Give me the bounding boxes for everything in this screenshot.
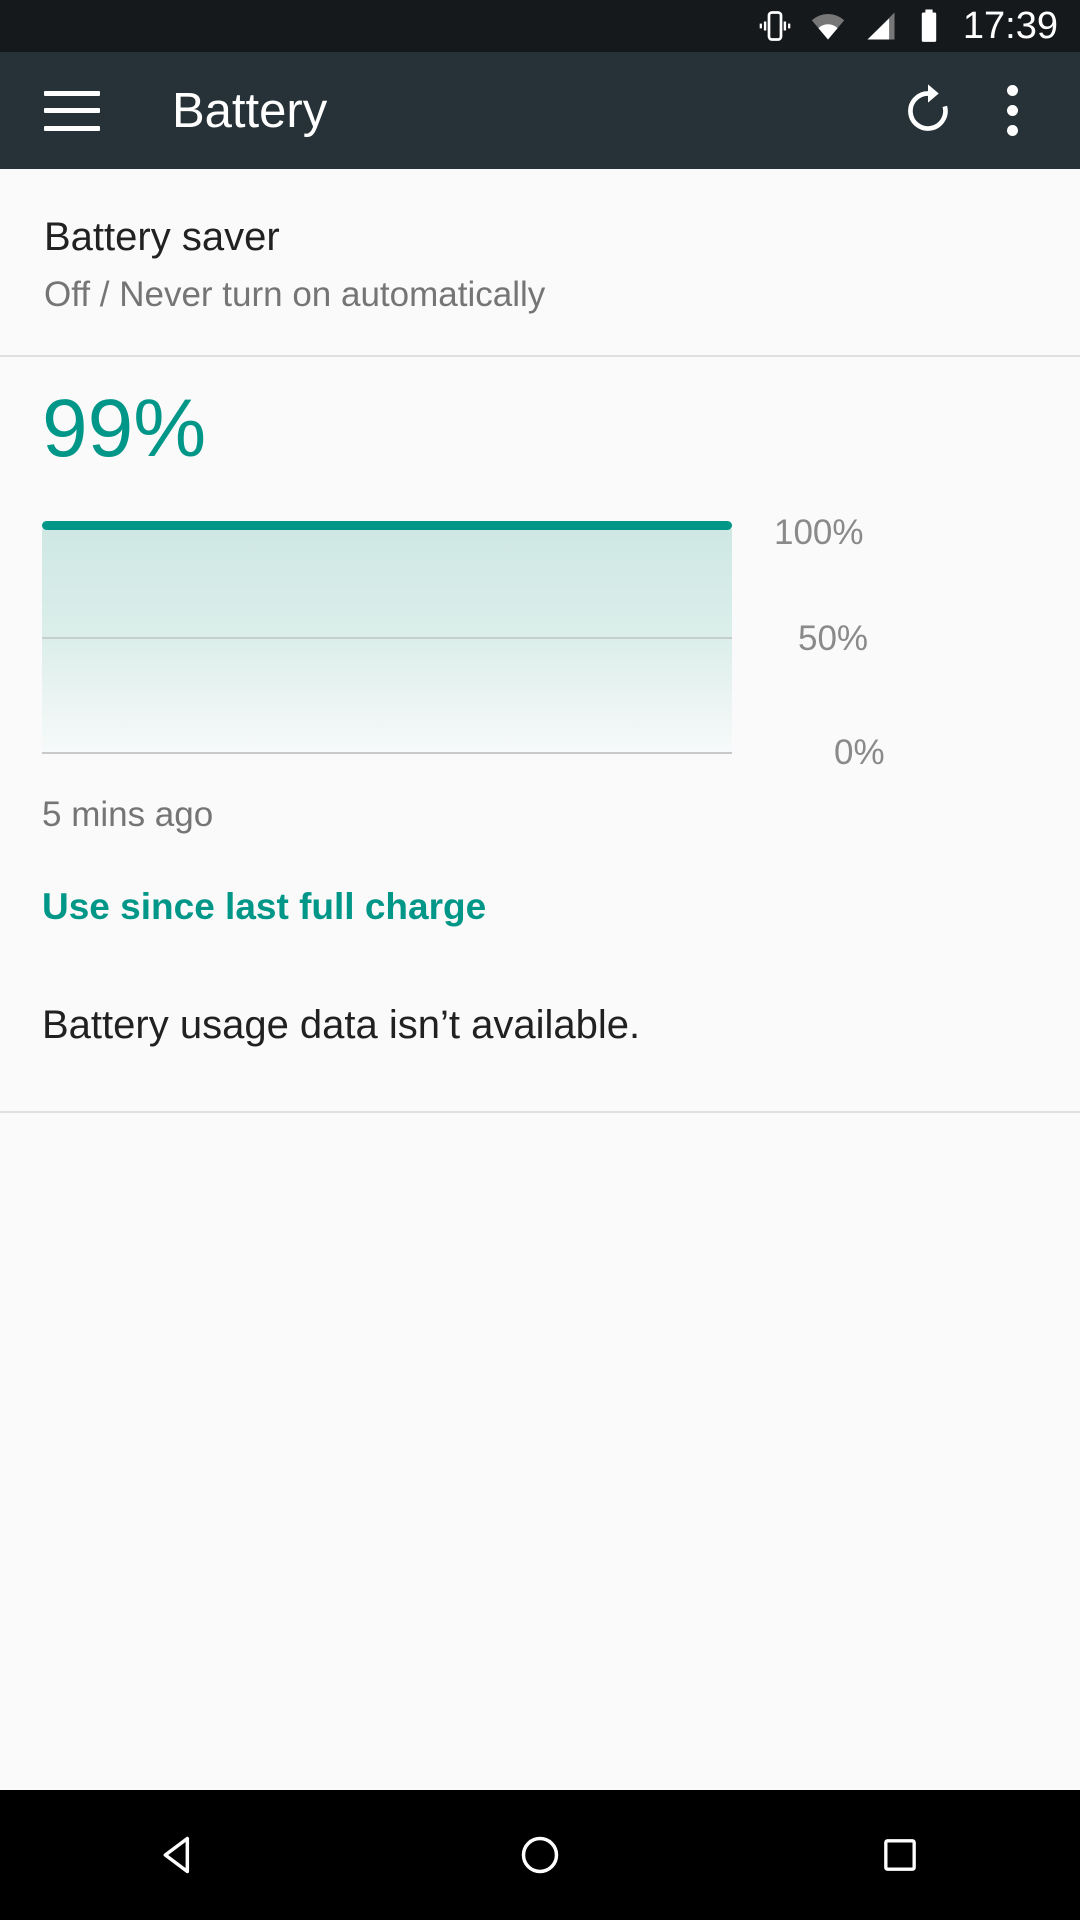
chart-timestamp-caption: 5 mins ago: [42, 795, 214, 834]
battery-usage-empty-message: Battery usage data isn’t available.: [42, 1003, 641, 1047]
status-bar: 17:39: [0, 0, 1080, 52]
wifi-icon: [811, 14, 845, 40]
chart-y-axis: 100% 50% 0%: [762, 513, 1062, 772]
vibrate-icon: [759, 11, 791, 41]
navigation-bar: [0, 1790, 1080, 1920]
chart-gridline-50: [42, 637, 732, 639]
axis-tick-50: 50%: [798, 619, 869, 658]
refresh-button[interactable]: [886, 69, 970, 153]
chart-area-fill: [42, 529, 732, 753]
hamburger-menu-icon[interactable]: [44, 90, 100, 131]
status-bar-clock: 17:39: [962, 5, 1058, 47]
use-since-last-full-charge-link[interactable]: Use since last full charge: [42, 885, 486, 929]
nav-back-button[interactable]: [90, 1790, 270, 1920]
nav-recents-button[interactable]: [810, 1790, 990, 1920]
home-circle-icon: [521, 1836, 559, 1874]
use-since-last-full-charge-row: Use since last full charge: [0, 837, 1080, 929]
axis-tick-100: 100%: [774, 513, 864, 552]
overflow-dot: [1006, 105, 1018, 116]
back-triangle-icon: [163, 1836, 190, 1874]
app-bar: Battery: [0, 52, 1080, 169]
overflow-dot: [1006, 125, 1018, 136]
cellular-signal-icon: [867, 12, 895, 40]
battery-saver-title: Battery saver: [44, 215, 280, 259]
chart-gridline-0: [42, 752, 732, 754]
battery-level-percent: 99%: [42, 383, 207, 474]
overflow-menu-button[interactable]: [970, 69, 1054, 153]
status-bar-icons: [757, 8, 943, 44]
overflow-menu-icon: [1006, 85, 1018, 96]
phone-screen: 17:39 Battery Battery saver Off / Never …: [0, 0, 1080, 1920]
divider-bottom: [0, 1111, 1080, 1113]
battery-history-chart[interactable]: 100% 50% 0%: [0, 513, 1080, 781]
refresh-icon: [908, 83, 948, 131]
nav-home-button[interactable]: [450, 1790, 630, 1920]
battery-saver-summary: Off / Never turn on automatically: [44, 275, 546, 314]
page-title: Battery: [172, 83, 328, 138]
chart-battery-line: [42, 521, 732, 530]
battery-icon: [921, 9, 937, 42]
axis-tick-0: 0%: [834, 733, 885, 772]
recents-square-icon: [884, 1839, 916, 1871]
content-area: Battery saver Off / Never turn on automa…: [0, 169, 1080, 1790]
chart-plot-area: [42, 521, 732, 754]
battery-saver-row[interactable]: Battery saver Off / Never turn on automa…: [0, 169, 1080, 355]
